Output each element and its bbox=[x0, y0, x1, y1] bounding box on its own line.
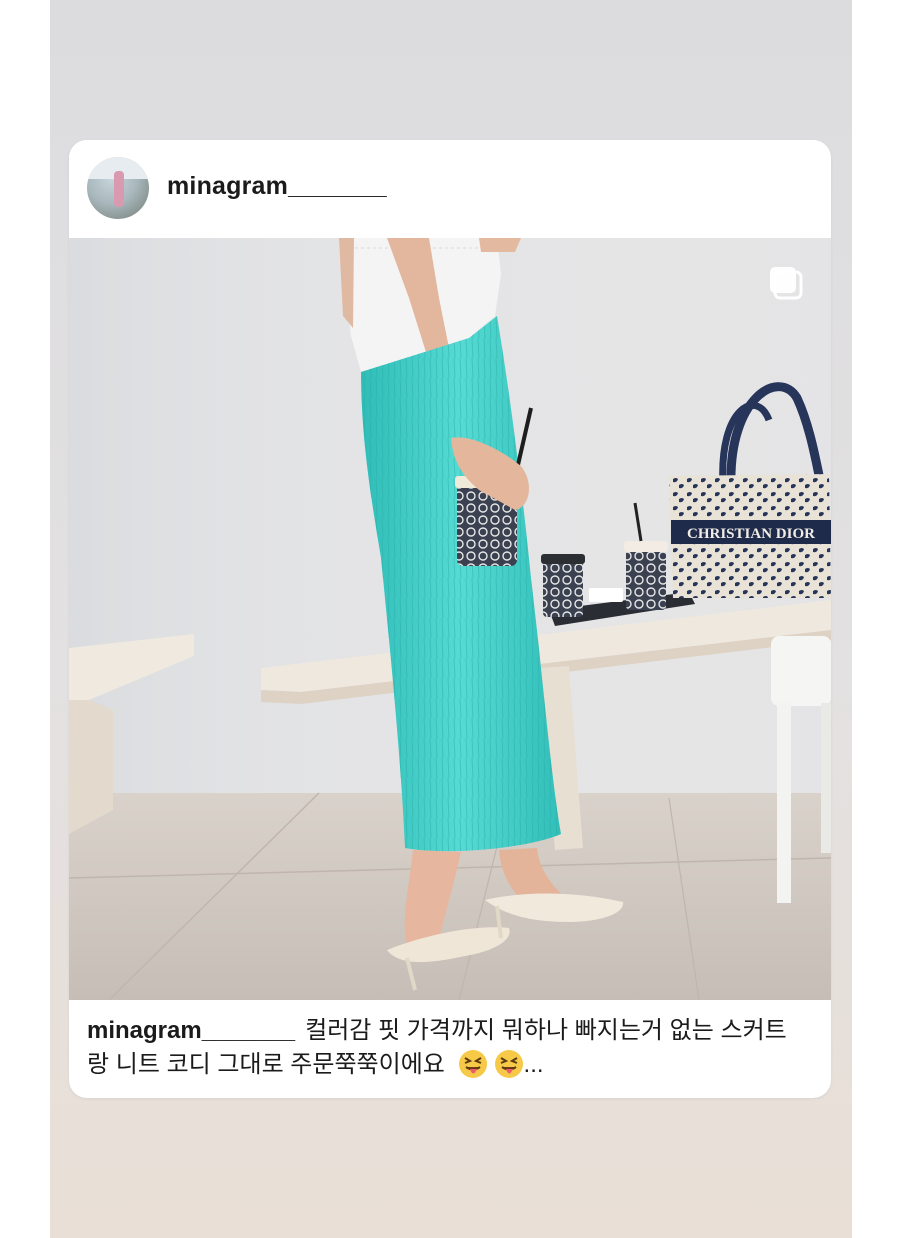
post-header: minagram_______ bbox=[69, 140, 831, 238]
post-caption: minagram_______ 컬러감 핏 가격까지 뭐하나 빠지는거 없는 스커… bbox=[87, 1014, 807, 1082]
post-card[interactable]: minagram_______ CHRISTIAN DIOR minagram_… bbox=[69, 140, 831, 1098]
squinting-face-with-tongue-icon bbox=[458, 1049, 488, 1079]
post-username[interactable]: minagram_______ bbox=[167, 172, 387, 201]
avatar-figure bbox=[114, 171, 124, 207]
squinting-face-with-tongue-icon bbox=[494, 1049, 524, 1079]
multiple-photos-icon[interactable] bbox=[767, 264, 805, 302]
post-photo[interactable]: CHRISTIAN DIOR bbox=[69, 238, 831, 1000]
caption-more[interactable]: ... bbox=[524, 1051, 544, 1078]
avatar[interactable] bbox=[87, 157, 149, 219]
bag-label: CHRISTIAN DIOR bbox=[687, 526, 815, 542]
post-photo-illustration: CHRISTIAN DIOR bbox=[69, 238, 831, 1000]
caption-username[interactable]: minagram_______ bbox=[87, 1017, 295, 1044]
